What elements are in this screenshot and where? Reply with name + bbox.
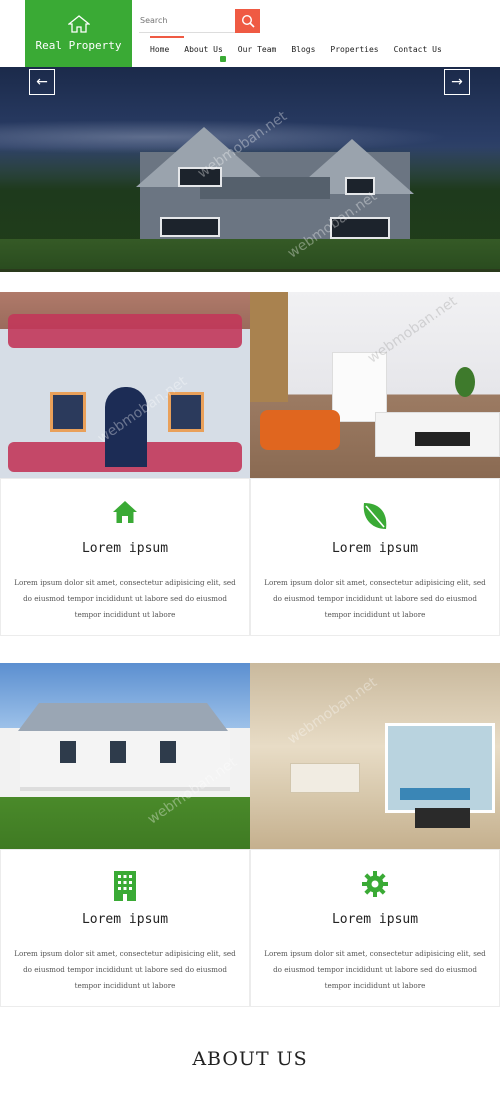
feature-text: Lorem ipsum dolor sit amet, consectetur … [264, 949, 486, 990]
plant [455, 367, 475, 397]
main-nav: Home About Us Our Team Blogs Properties … [150, 36, 457, 62]
logo-text: Real Property [35, 39, 122, 52]
house-roof [18, 703, 228, 731]
feature-title: Lorem ipsum [331, 541, 419, 556]
about-heading: ABOUT US [192, 1048, 308, 1070]
hero-lawn [0, 239, 500, 269]
search-input[interactable] [139, 9, 235, 33]
window [60, 741, 76, 763]
feature-title: Lorem ipsum [81, 912, 169, 927]
home-icon [67, 15, 90, 33]
pool [400, 788, 470, 800]
slider-next-button[interactable]: → [444, 69, 470, 95]
hero-slider: ← → webmoban.net webmoban.net [0, 67, 500, 272]
gear-icon [362, 871, 388, 897]
window [110, 741, 126, 763]
feature-text: Lorem ipsum dolor sit amet, consectetur … [264, 578, 486, 619]
feature-item: webmoban.net Lorem ipsum Lorem ipsum dol… [0, 292, 250, 636]
feature-photo-farmhouse: webmoban.net [0, 663, 250, 849]
window [168, 392, 204, 432]
feature-icon-wrap [1, 870, 249, 901]
flower-box [8, 314, 242, 348]
hero-house-window [345, 177, 375, 195]
feature-photo-house-flowers: webmoban.net [0, 292, 250, 478]
feature-item: webmoban.net Lorem ipsum Lorem ipsum dol… [250, 663, 500, 1007]
feature-icon-wrap [251, 499, 499, 529]
window [50, 392, 86, 432]
nav-about-us[interactable]: About Us [184, 45, 227, 62]
window [160, 741, 176, 763]
nav-properties[interactable]: Properties [330, 45, 378, 54]
feature-icon-wrap [1, 499, 249, 529]
hero-house-window [160, 217, 220, 237]
front-door [105, 387, 147, 467]
hero-house-window [330, 217, 390, 239]
slider-prev-button[interactable]: ← [29, 69, 55, 95]
bookshelf [250, 292, 288, 402]
feature-title: Lorem ipsum [81, 541, 169, 556]
feature-icon-wrap [251, 870, 499, 900]
feature-photo-living-room: webmoban.net [250, 292, 500, 478]
search-form [139, 9, 260, 33]
watermark: webmoban.net [284, 674, 381, 748]
feature-row: webmoban.net Lorem ipsum Lorem ipsum dol… [0, 663, 500, 1007]
nav-our-team[interactable]: Our Team [238, 45, 277, 54]
nav-home[interactable]: Home [150, 36, 185, 54]
site-header: Real Property Home About Us Our Team Blo… [0, 0, 500, 67]
feature-item: webmoban.net Lorem ipsum Lorem ipsum dol… [250, 292, 500, 636]
feature-card: Lorem ipsum Lorem ipsum dolor sit amet, … [250, 849, 500, 1007]
arrow-right-icon: → [451, 74, 463, 90]
coffee-table [415, 432, 470, 446]
table [415, 808, 470, 828]
search-button[interactable] [235, 9, 260, 33]
feature-card: Lorem ipsum Lorem ipsum dolor sit amet, … [250, 478, 500, 636]
logo[interactable]: Real Property [25, 0, 132, 67]
feature-card: Lorem ipsum Lorem ipsum dolor sit amet, … [0, 478, 250, 636]
feature-title: Lorem ipsum [331, 912, 419, 927]
building-icon [114, 871, 136, 901]
feature-item: webmoban.net Lorem ipsum Lorem ipsum dol… [0, 663, 250, 1007]
nav-contact-us[interactable]: Contact Us [394, 45, 442, 54]
arrow-left-icon: ← [36, 74, 48, 90]
feature-row: webmoban.net Lorem ipsum Lorem ipsum dol… [0, 292, 500, 636]
feature-text: Lorem ipsum dolor sit amet, consectetur … [14, 949, 236, 990]
nav-blogs[interactable]: Blogs [291, 45, 315, 54]
nav-about-us-label: About Us [184, 45, 223, 54]
feature-text: Lorem ipsum dolor sit amet, consectetur … [14, 578, 236, 619]
hero-house-window [178, 167, 222, 187]
feature-card: Lorem ipsum Lorem ipsum dolor sit amet, … [0, 849, 250, 1007]
feature-photo-interior: webmoban.net [250, 663, 500, 849]
nav-indicator-dot [220, 56, 227, 62]
search-icon [241, 14, 255, 28]
home-icon [113, 501, 137, 523]
leaf-icon [363, 503, 387, 529]
fireplace [290, 763, 360, 793]
orange-sofa [260, 410, 340, 450]
